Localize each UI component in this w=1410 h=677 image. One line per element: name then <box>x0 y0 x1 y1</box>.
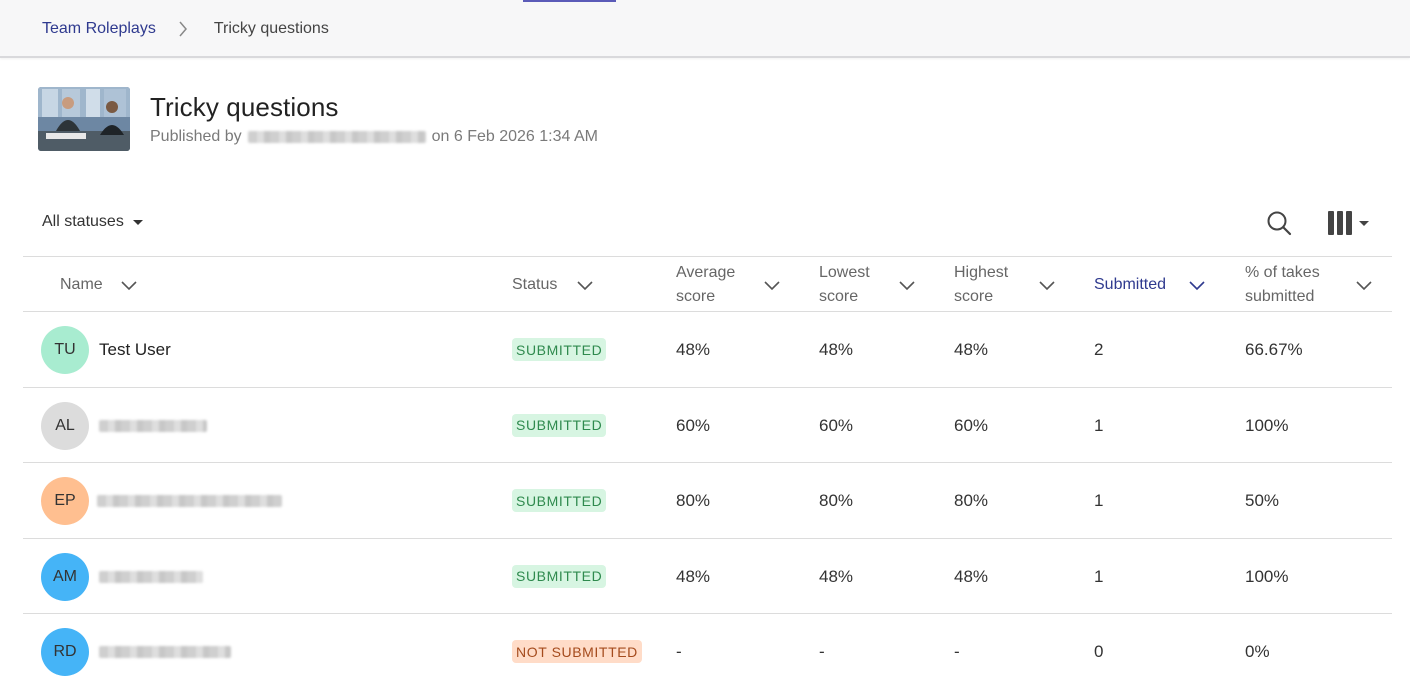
column-header-status[interactable]: Status <box>512 257 593 313</box>
user-name-redacted <box>99 570 203 583</box>
published-prefix: Published by <box>150 128 242 145</box>
column-header-lowest-score[interactable]: Lowest score <box>819 257 915 313</box>
chevron-down-icon <box>764 281 780 291</box>
search-icon <box>1267 211 1292 236</box>
user-name-redacted <box>97 495 282 507</box>
highest-score: 60% <box>954 415 989 435</box>
caret-down-icon <box>1359 220 1369 226</box>
average-score: 48% <box>676 340 711 359</box>
table-header: Name Status Average score Lowest score H… <box>23 256 1392 312</box>
column-header-name[interactable]: Name <box>60 257 137 313</box>
chevron-down-icon <box>1189 281 1205 291</box>
roleplay-thumbnail <box>38 87 130 151</box>
chevron-down-icon <box>1039 281 1055 291</box>
chevron-right-icon <box>178 20 190 38</box>
average-score: 80% <box>676 491 711 510</box>
publisher-name-redacted <box>247 131 426 143</box>
column-picker-button[interactable] <box>1328 208 1369 238</box>
search-button[interactable] <box>1264 208 1294 238</box>
status-badge: NOT SUBMITTED <box>512 640 642 663</box>
caret-down-icon <box>132 219 143 225</box>
chevron-down-icon <box>577 281 593 291</box>
percent-submitted: 50% <box>1245 491 1280 510</box>
percent-submitted: 100% <box>1245 566 1289 586</box>
column-header-submitted[interactable]: Submitted <box>1094 257 1205 313</box>
submitted-count: 1 <box>1094 491 1104 510</box>
highest-score: 48% <box>954 340 989 359</box>
user-name-redacted <box>99 419 207 432</box>
top-nav-bar: Team Roleplays Tricky questions <box>0 0 1410 58</box>
table-row[interactable]: AM SUBMITTED 48% 48% 48% 1 100% <box>23 539 1392 614</box>
status-badge: SUBMITTED <box>512 413 607 437</box>
user-name: Test User <box>99 340 171 359</box>
lowest-score: 80% <box>819 491 854 510</box>
published-info: Published by on 6 Feb 2026 1:34 AM <box>150 128 598 146</box>
user-name-redacted <box>99 646 231 658</box>
chevron-down-icon <box>899 281 915 291</box>
status-badge: SUBMITTED <box>512 338 607 361</box>
percent-submitted: 0% <box>1245 642 1270 661</box>
roleplay-header: Tricky questions Published by on 6 Feb 2… <box>38 87 598 151</box>
highest-score: 80% <box>954 491 989 510</box>
avatar: RD <box>41 628 89 676</box>
submitted-count: 1 <box>1094 415 1104 435</box>
table-row[interactable]: EP SUBMITTED 80% 80% 80% 1 50% <box>23 463 1392 539</box>
submitted-count: 1 <box>1094 566 1104 586</box>
breadcrumb-current: Tricky questions <box>213 20 329 37</box>
status-filter-label: All statuses <box>42 213 124 230</box>
average-score: - <box>676 642 682 661</box>
table-row[interactable]: RD NOT SUBMITTED - - - 0 0% <box>23 614 1392 677</box>
highest-score: 48% <box>954 566 989 586</box>
column-header-percent-submitted[interactable]: % of takes submitted <box>1245 257 1372 313</box>
chevron-down-icon <box>1356 281 1372 291</box>
breadcrumb-team-roleplays-link[interactable]: Team Roleplays <box>42 20 156 38</box>
avatar: EP <box>41 477 89 525</box>
lowest-score: 48% <box>819 566 854 586</box>
submitted-count: 0 <box>1094 642 1104 661</box>
status-badge: SUBMITTED <box>512 564 607 588</box>
published-date: on 6 Feb 2026 1:34 AM <box>431 128 598 145</box>
lowest-score: 60% <box>819 415 854 435</box>
breadcrumb: Team Roleplays Tricky questions <box>42 20 329 38</box>
results-table: Name Status Average score Lowest score H… <box>23 256 1392 677</box>
percent-submitted: 66.67% <box>1245 340 1303 359</box>
submitted-count: 2 <box>1094 340 1104 359</box>
active-tab-indicator <box>523 0 616 2</box>
average-score: 60% <box>676 415 711 435</box>
table-row[interactable]: TU Test User SUBMITTED 48% 48% 48% 2 66.… <box>23 312 1392 388</box>
avatar: AL <box>41 401 89 450</box>
lowest-score: - <box>819 642 825 661</box>
percent-submitted: 100% <box>1245 415 1289 435</box>
avatar: AM <box>41 552 89 601</box>
column-header-average-score[interactable]: Average score <box>676 257 780 313</box>
avatar: TU <box>41 326 89 374</box>
average-score: 48% <box>676 566 711 586</box>
highest-score: - <box>954 642 960 661</box>
table-row[interactable]: AL SUBMITTED 60% 60% 60% 1 100% <box>23 388 1392 463</box>
page-title: Tricky questions <box>150 92 339 122</box>
lowest-score: 48% <box>819 340 854 359</box>
status-filter-dropdown[interactable]: All statuses <box>42 213 143 231</box>
status-badge: SUBMITTED <box>512 489 607 512</box>
columns-icon <box>1328 211 1352 235</box>
chevron-down-icon <box>121 281 137 291</box>
column-header-highest-score[interactable]: Highest score <box>954 257 1055 313</box>
